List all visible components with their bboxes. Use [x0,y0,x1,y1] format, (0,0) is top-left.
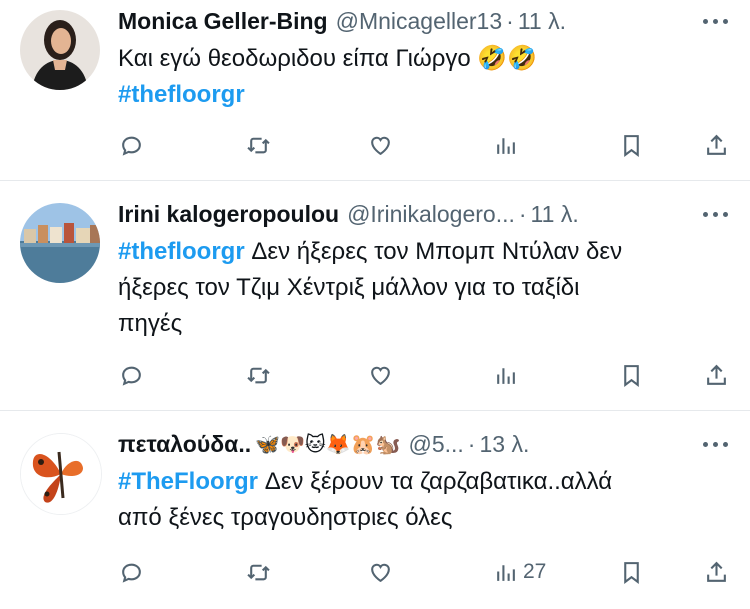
tweet-text: Και εγώ θεοδωριδου είπα Γιώργο 🤣🤣 #thefl… [118,41,734,113]
heart-icon [368,363,393,388]
user-handle[interactable]: @5... [408,427,463,461]
retweet-icon [246,560,271,585]
bookmark-button[interactable] [619,360,644,390]
views-icon [493,133,518,158]
tweet[interactable]: Irini kalogeropoulou @Irinikalogero... ·… [0,181,750,411]
like-button[interactable] [368,360,393,390]
name-emojis: 🦋🐶🐱🦊🐹🐿️ [255,432,401,456]
heart-icon [368,133,393,158]
reply-icon [119,560,144,585]
tweet-text-line: Δεν ήξερες τον Μπομπ Ντύλαν δεν [251,238,623,265]
user-handle[interactable]: @Irinikalogero... [347,197,515,231]
avatar[interactable] [20,10,100,90]
separator-dot: · [506,8,514,34]
action-bar [0,130,750,160]
reply-icon [119,133,144,158]
tweet-text-line: Δεν ξέρουν τα ζαρζαβατικα..αλλά [264,468,613,495]
display-name[interactable]: πεταλούδα.. [118,427,251,461]
tweet-text-line: από ξένες τραγουδηστριες όλες [118,504,453,531]
tweet-header: Monica Geller-Bing @Mnicageller13 · 11 λ… [118,4,734,38]
more-icon[interactable] [703,197,728,231]
hashtag-link[interactable]: #thefloorgr [118,238,245,265]
display-name[interactable]: Irini kalogeropoulou [118,197,339,231]
share-button[interactable] [704,130,729,160]
like-button[interactable] [368,130,393,160]
separator-dot: · [467,431,476,457]
retweet-button[interactable] [246,360,271,390]
like-button[interactable] [368,557,393,587]
avatar[interactable] [20,433,102,515]
timestamp[interactable]: 11 λ. [518,4,566,38]
views-icon [493,363,518,388]
views-count: 27 [523,560,547,583]
heart-icon [368,560,393,585]
reply-icon [119,363,144,388]
views-button[interactable] [493,130,518,160]
tweet-text: #TheFloorgr Δεν ξέρουν τα ζαρζαβατικα..α… [118,464,734,536]
tweet[interactable]: πεταλούδα.. 🦋🐶🐱🦊🐹🐿️ @5... · 13 λ. #TheFl… [0,411,750,609]
share-button[interactable] [704,360,729,390]
more-icon[interactable] [703,4,728,38]
share-icon [704,133,729,158]
share-icon [704,363,729,388]
views-button[interactable] [493,360,518,390]
tweet-text-line: ήξερες τον Τζιμ Χέντριξ μάλλον για το τα… [118,274,580,301]
hashtag-link[interactable]: #thefloorgr [118,77,734,113]
share-icon [704,560,729,585]
tweet-text-line: Και εγώ θεοδωριδου είπα Γιώργο 🤣🤣 [118,45,538,72]
action-bar: 27 [0,557,750,587]
bookmark-button[interactable] [619,557,644,587]
action-bar [0,360,750,390]
bookmark-icon [619,133,644,158]
more-icon[interactable] [703,427,728,461]
retweet-icon [246,363,271,388]
bookmark-icon [619,363,644,388]
share-button[interactable] [704,557,729,587]
hashtag-link[interactable]: #TheFloorgr [118,468,258,495]
tweet-text: #thefloorgr Δεν ήξερες τον Μπομπ Ντύλαν … [118,234,734,342]
reply-button[interactable] [119,130,144,160]
user-handle[interactable]: @Mnicageller13 [336,4,503,38]
tweet-text-line: πηγές [118,310,183,337]
tweet-header: πεταλούδα.. 🦋🐶🐱🦊🐹🐿️ @5... · 13 λ. [118,427,734,461]
timestamp[interactable]: 13 λ. [479,427,529,461]
views-icon [493,560,518,585]
bookmark-button[interactable] [619,130,644,160]
separator-dot: · [518,201,527,227]
timestamp[interactable]: 11 λ. [531,197,579,231]
display-name[interactable]: Monica Geller-Bing [118,4,328,38]
retweet-button[interactable] [246,557,271,587]
reply-button[interactable] [119,557,144,587]
avatar[interactable] [20,203,100,283]
retweet-icon [246,133,271,158]
retweet-button[interactable] [246,130,271,160]
views-button[interactable]: 27 [493,557,546,587]
reply-button[interactable] [119,360,144,390]
tweet[interactable]: Monica Geller-Bing @Mnicageller13 · 11 λ… [0,0,750,181]
bookmark-icon [619,560,644,585]
tweet-header: Irini kalogeropoulou @Irinikalogero... ·… [118,197,734,231]
